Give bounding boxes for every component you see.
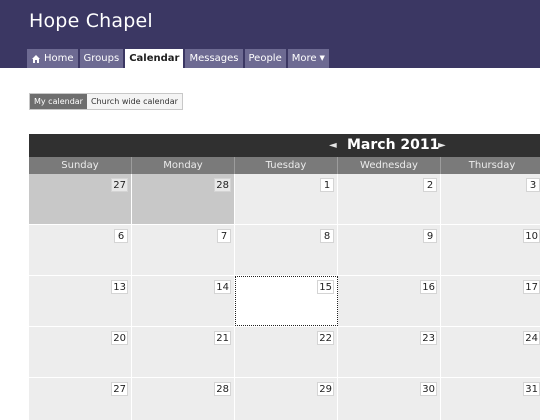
church-wide-calendar-button[interactable]: Church wide calendar (86, 94, 182, 109)
nav-tab-more-label: More (291, 53, 317, 64)
nav-tab-calendar-label: Calendar (129, 53, 180, 64)
calendar-day-cell[interactable]: 7 (132, 225, 235, 275)
day-number-link[interactable]: 1 (320, 178, 334, 192)
calendar-day-cell[interactable]: 1 (235, 174, 338, 224)
next-month-icon[interactable]: ► (438, 140, 446, 151)
nav-tab-calendar[interactable]: Calendar (125, 49, 184, 68)
day-number-link[interactable]: 28 (214, 178, 231, 192)
my-calendar-button[interactable]: My calendar (30, 94, 87, 109)
calendar-week-row: 27 28 1 2 3 (29, 174, 540, 225)
nav-tab-groups-label: Groups (83, 53, 120, 64)
day-number-link[interactable]: 31 (523, 382, 540, 396)
day-number-link[interactable]: 3 (526, 178, 540, 192)
calendar-day-cell[interactable]: 24 (441, 327, 540, 377)
calendar-week-row: 6 7 8 9 10 (29, 225, 540, 276)
day-number-link[interactable]: 22 (317, 331, 334, 345)
weekday-sunday: Sunday (29, 157, 132, 174)
nav-tab-messages[interactable]: Messages (185, 49, 243, 68)
weekday-header: Sunday Monday Tuesday Wednesday Thursday (29, 157, 540, 174)
calendar-day-cell[interactable]: 27 (29, 174, 132, 224)
calendar-day-cell[interactable]: 17 (441, 276, 540, 326)
calendar-day-cell[interactable]: 10 (441, 225, 540, 275)
calendar-grid: 27 28 1 2 3 6 7 8 9 10 13 14 15 16 17 20 21 22 23 24 27 28 29 3… (29, 174, 540, 420)
calendar-day-cell[interactable]: 16 (338, 276, 441, 326)
site-title: Hope Chapel (29, 10, 153, 32)
calendar-day-cell[interactable]: 31 (441, 378, 540, 420)
month-title: March 2011 (347, 137, 440, 153)
calendar-day-cell[interactable]: 13 (29, 276, 132, 326)
calendar-day-cell[interactable]: 21 (132, 327, 235, 377)
month-calendar: ◄ March 2011 ► Sunday Monday Tuesday Wed… (29, 134, 540, 420)
day-number-link[interactable]: 6 (114, 229, 128, 243)
calendar-day-cell[interactable]: 14 (132, 276, 235, 326)
calendar-week-row: 13 14 15 16 17 (29, 276, 540, 327)
day-number-link[interactable]: 16 (420, 280, 437, 294)
day-number-link[interactable]: 30 (420, 382, 437, 396)
calendar-day-cell[interactable]: 8 (235, 225, 338, 275)
calendar-week-row: 20 21 22 23 24 (29, 327, 540, 378)
calendar-day-cell-today[interactable]: 15 (235, 276, 338, 326)
nav-tab-people-label: People (248, 53, 282, 64)
day-number-link[interactable]: 23 (420, 331, 437, 345)
day-number-link[interactable]: 15 (317, 280, 334, 294)
day-number-link[interactable]: 29 (317, 382, 334, 396)
calendar-day-cell[interactable]: 27 (29, 378, 132, 420)
calendar-day-cell[interactable]: 9 (338, 225, 441, 275)
calendar-day-cell[interactable]: 6 (29, 225, 132, 275)
calendar-day-cell[interactable]: 3 (441, 174, 540, 224)
calendar-day-cell[interactable]: 30 (338, 378, 441, 420)
day-number-link[interactable]: 2 (423, 178, 437, 192)
calendar-day-cell[interactable]: 23 (338, 327, 441, 377)
day-number-link[interactable]: 24 (523, 331, 540, 345)
day-number-link[interactable]: 8 (320, 229, 334, 243)
day-number-link[interactable]: 27 (111, 178, 128, 192)
day-number-link[interactable]: 13 (111, 280, 128, 294)
nav-tab-more[interactable]: More ▼ (287, 49, 329, 68)
calendar-day-cell[interactable]: 28 (132, 174, 235, 224)
day-number-link[interactable]: 27 (111, 382, 128, 396)
weekday-monday: Monday (132, 157, 235, 174)
day-number-link[interactable]: 10 (523, 229, 540, 243)
caret-down-icon: ▼ (319, 54, 325, 62)
day-number-link[interactable]: 7 (217, 229, 231, 243)
nav-tab-people[interactable]: People (244, 49, 286, 68)
main-nav: Home Groups Calendar Messages People Mor… (27, 49, 329, 68)
day-number-link[interactable]: 14 (214, 280, 231, 294)
day-number-link[interactable]: 17 (523, 280, 540, 294)
calendar-day-cell[interactable]: 29 (235, 378, 338, 420)
calendar-day-cell[interactable]: 20 (29, 327, 132, 377)
calendar-view-toggle: My calendar Church wide calendar (29, 93, 183, 110)
previous-month-icon[interactable]: ◄ (329, 140, 337, 151)
calendar-week-row: 27 28 29 30 31 (29, 378, 540, 420)
calendar-day-cell[interactable]: 22 (235, 327, 338, 377)
day-number-link[interactable]: 20 (111, 331, 128, 345)
nav-tab-home[interactable]: Home (27, 49, 78, 68)
nav-tab-home-label: Home (44, 53, 74, 64)
calendar-day-cell[interactable]: 2 (338, 174, 441, 224)
month-navigation-bar: ◄ March 2011 ► (29, 134, 540, 157)
weekday-wednesday: Wednesday (338, 157, 441, 174)
nav-tab-groups[interactable]: Groups (79, 49, 124, 68)
day-number-link[interactable]: 9 (423, 229, 437, 243)
day-number-link[interactable]: 28 (214, 382, 231, 396)
site-header: Hope Chapel Home Groups Calendar Message… (0, 0, 540, 68)
home-icon (32, 54, 40, 63)
calendar-day-cell[interactable]: 28 (132, 378, 235, 420)
weekday-thursday: Thursday (441, 157, 540, 174)
weekday-tuesday: Tuesday (235, 157, 338, 174)
day-number-link[interactable]: 21 (214, 331, 231, 345)
nav-tab-messages-label: Messages (189, 53, 239, 64)
